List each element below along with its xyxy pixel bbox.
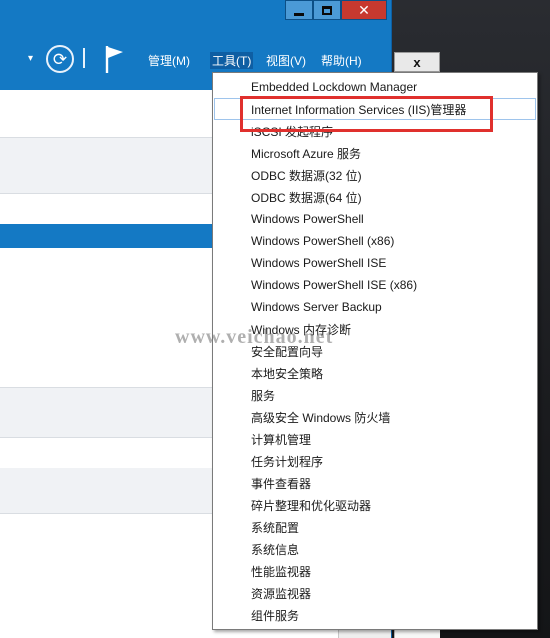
menu-item-tool[interactable]: Windows PowerShell ISE [214, 252, 536, 274]
refresh-icon: ⟳ [52, 49, 68, 69]
watermark-text: www.veichao.net [175, 326, 334, 348]
menu-item-tool[interactable]: ODBC 数据源(64 位) [214, 186, 536, 208]
menu-item-tool[interactable]: 系统配置 [214, 516, 536, 538]
menu-item-tool[interactable]: ODBC 数据源(32 位) [214, 164, 536, 186]
flag-icon[interactable] [104, 44, 126, 74]
close-button[interactable]: ✕ [341, 0, 387, 20]
menu-item-tool[interactable]: Microsoft Azure 服务 [214, 142, 536, 164]
menu-help[interactable]: 帮助(H) [321, 52, 362, 69]
menu-item-tool[interactable]: Embedded Lockdown Manager [214, 76, 536, 98]
menu-item-tool[interactable]: 组件服务 [214, 604, 536, 626]
menu-item-tool[interactable]: 任务计划程序 [214, 450, 536, 472]
close-icon: x [413, 54, 421, 70]
menu-view[interactable]: 视图(V) [266, 52, 306, 69]
menu-item-tool[interactable]: 服务 [214, 384, 536, 406]
toolbar-separator [83, 48, 85, 68]
refresh-button[interactable]: ⟳ [46, 45, 74, 73]
menu-item-tool[interactable]: Windows PowerShell (x86) [214, 230, 536, 252]
close-icon: ✕ [358, 1, 370, 18]
menu-item-tool[interactable]: 计算机管理 [214, 428, 536, 450]
annotation-highlight-box [240, 96, 493, 132]
menu-item-tool[interactable]: Windows PowerShell ISE (x86) [214, 274, 536, 296]
menu-item-tool[interactable]: 性能监视器 [214, 560, 536, 582]
menu-manage[interactable]: 管理(M) [148, 52, 190, 69]
maximize-button[interactable] [313, 0, 341, 20]
side-panel-close-button[interactable]: x [394, 52, 440, 72]
menu-item-tool[interactable]: 事件查看器 [214, 472, 536, 494]
dropdown-arrow-icon[interactable]: ▾ [28, 53, 33, 64]
menu-item-tool[interactable]: 本地安全策略 [214, 362, 536, 384]
tools-menu-dropdown: Embedded Lockdown Manager Internet Inform… [212, 72, 538, 630]
minimize-button[interactable] [285, 0, 313, 20]
menu-tools[interactable]: 工具(T) [210, 52, 254, 69]
maximize-icon [322, 5, 332, 15]
menu-item-tool[interactable]: Windows PowerShell [214, 208, 536, 230]
menu-item-tool[interactable]: 资源监视器 [214, 582, 536, 604]
minimize-icon [294, 12, 304, 16]
menu-item-tool[interactable]: 碎片整理和优化驱动器 [214, 494, 536, 516]
menu-item-tool[interactable]: Windows Server Backup [214, 296, 536, 318]
title-bar: ✕ [0, 0, 391, 30]
menu-item-tool[interactable]: 高级安全 Windows 防火墙 [214, 406, 536, 428]
menu-item-tool[interactable]: 系统信息 [214, 538, 536, 560]
